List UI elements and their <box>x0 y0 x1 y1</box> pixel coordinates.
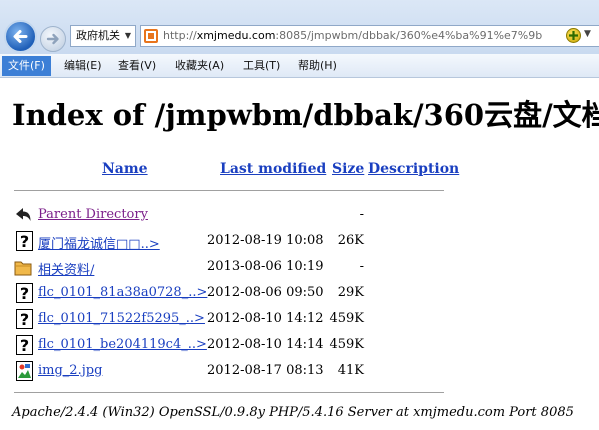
compatibility-view-icon[interactable] <box>566 28 581 43</box>
unknown-file-icon: ? <box>16 283 33 303</box>
file-date: 2012-08-17 08:13 <box>207 363 324 378</box>
page-favicon-icon <box>144 29 158 43</box>
menu-view[interactable]: 查看(V) <box>112 56 162 76</box>
file-size: 459K <box>329 311 364 326</box>
column-header-name[interactable]: Name <box>102 161 148 177</box>
file-date: 2012-08-10 14:14 <box>207 337 324 352</box>
page-title: Index of /jmpwbm/dbbak/360云盘/文档 <box>12 98 599 132</box>
svg-text:?: ? <box>20 232 29 251</box>
header-divider <box>14 190 444 191</box>
file-size: 29K <box>337 285 364 300</box>
menu-favorites[interactable]: 收藏夹(A) <box>169 56 230 76</box>
address-url[interactable]: http://xmjmedu.com:8085/jmpwbm/dbbak/360… <box>163 26 542 46</box>
back-arrow-icon <box>16 208 31 221</box>
url-path: :8085/jmpwbm/dbbak/360%e4%ba%91%e7%9b <box>275 29 543 42</box>
column-header-last-modified[interactable]: Last modified <box>220 161 326 177</box>
menu-edit[interactable]: 编辑(E) <box>58 56 108 76</box>
svg-text:?: ? <box>20 310 29 329</box>
file-date: 2012-08-19 10:08 <box>207 233 324 248</box>
url-host: xmjmedu.com <box>196 29 276 42</box>
back-arrow-icon <box>13 30 28 43</box>
file-link[interactable]: 相关资料/ <box>38 259 94 278</box>
svg-text:?: ? <box>20 284 29 303</box>
file-link[interactable]: img_2.jpg <box>38 363 102 378</box>
unknown-file-icon: ? <box>16 335 33 355</box>
back-button[interactable] <box>4 20 37 53</box>
favorites-dropdown-label: 政府机关 <box>76 29 120 42</box>
file-date: 2012-08-10 14:12 <box>207 311 324 326</box>
menu-tools[interactable]: 工具(T) <box>237 56 286 76</box>
file-size: 41K <box>337 363 364 378</box>
file-size: - <box>359 259 364 274</box>
footer-divider <box>14 392 444 393</box>
file-size: 26K <box>337 233 364 248</box>
unknown-file-icon: ? <box>16 309 33 329</box>
url-prefix: http:// <box>163 29 197 42</box>
file-size: 459K <box>329 337 364 352</box>
address-bar[interactable]: http://xmjmedu.com:8085/jmpwbm/dbbak/360… <box>140 25 599 47</box>
file-link-parent-directory[interactable]: Parent Directory <box>38 207 148 222</box>
menu-help[interactable]: 帮助(H) <box>292 56 343 76</box>
menu-bar: 文件(F) 编辑(E) 查看(V) 收藏夹(A) 工具(T) 帮助(H) <box>0 54 599 78</box>
folder-icon <box>14 261 32 276</box>
server-signature: Apache/2.4.4 (Win32) OpenSSL/0.9.8y PHP/… <box>12 405 574 420</box>
svg-text:?: ? <box>20 336 29 355</box>
favorites-dropdown[interactable]: 政府机关 ▼ <box>70 25 136 47</box>
column-header-size[interactable]: Size <box>332 161 364 177</box>
file-link[interactable]: flc_0101_be204119c4_..> <box>38 337 207 352</box>
file-link[interactable]: flc_0101_81a38a0728_..> <box>38 285 207 300</box>
column-header-description[interactable]: Description <box>368 161 459 177</box>
browser-toolbar: 政府机关 ▼ http://xmjmedu.com:8085/jmpwbm/db… <box>0 0 599 54</box>
file-link[interactable]: 厦门福龙诚信□□..> <box>38 233 160 252</box>
file-date: 2013-08-06 10:19 <box>207 259 324 274</box>
unknown-file-icon: ? <box>16 231 33 251</box>
file-link[interactable]: flc_0101_71522f5295_..> <box>38 311 205 326</box>
file-date: 2012-08-06 09:50 <box>207 285 324 300</box>
chevron-down-icon: ▼ <box>124 31 131 40</box>
image-file-icon <box>16 361 33 381</box>
forward-button[interactable] <box>40 26 66 52</box>
forward-arrow-icon <box>46 33 59 45</box>
menu-file[interactable]: 文件(F) <box>2 56 51 76</box>
address-dropdown-icon[interactable]: ▼ <box>584 29 591 39</box>
file-size: - <box>359 207 364 222</box>
